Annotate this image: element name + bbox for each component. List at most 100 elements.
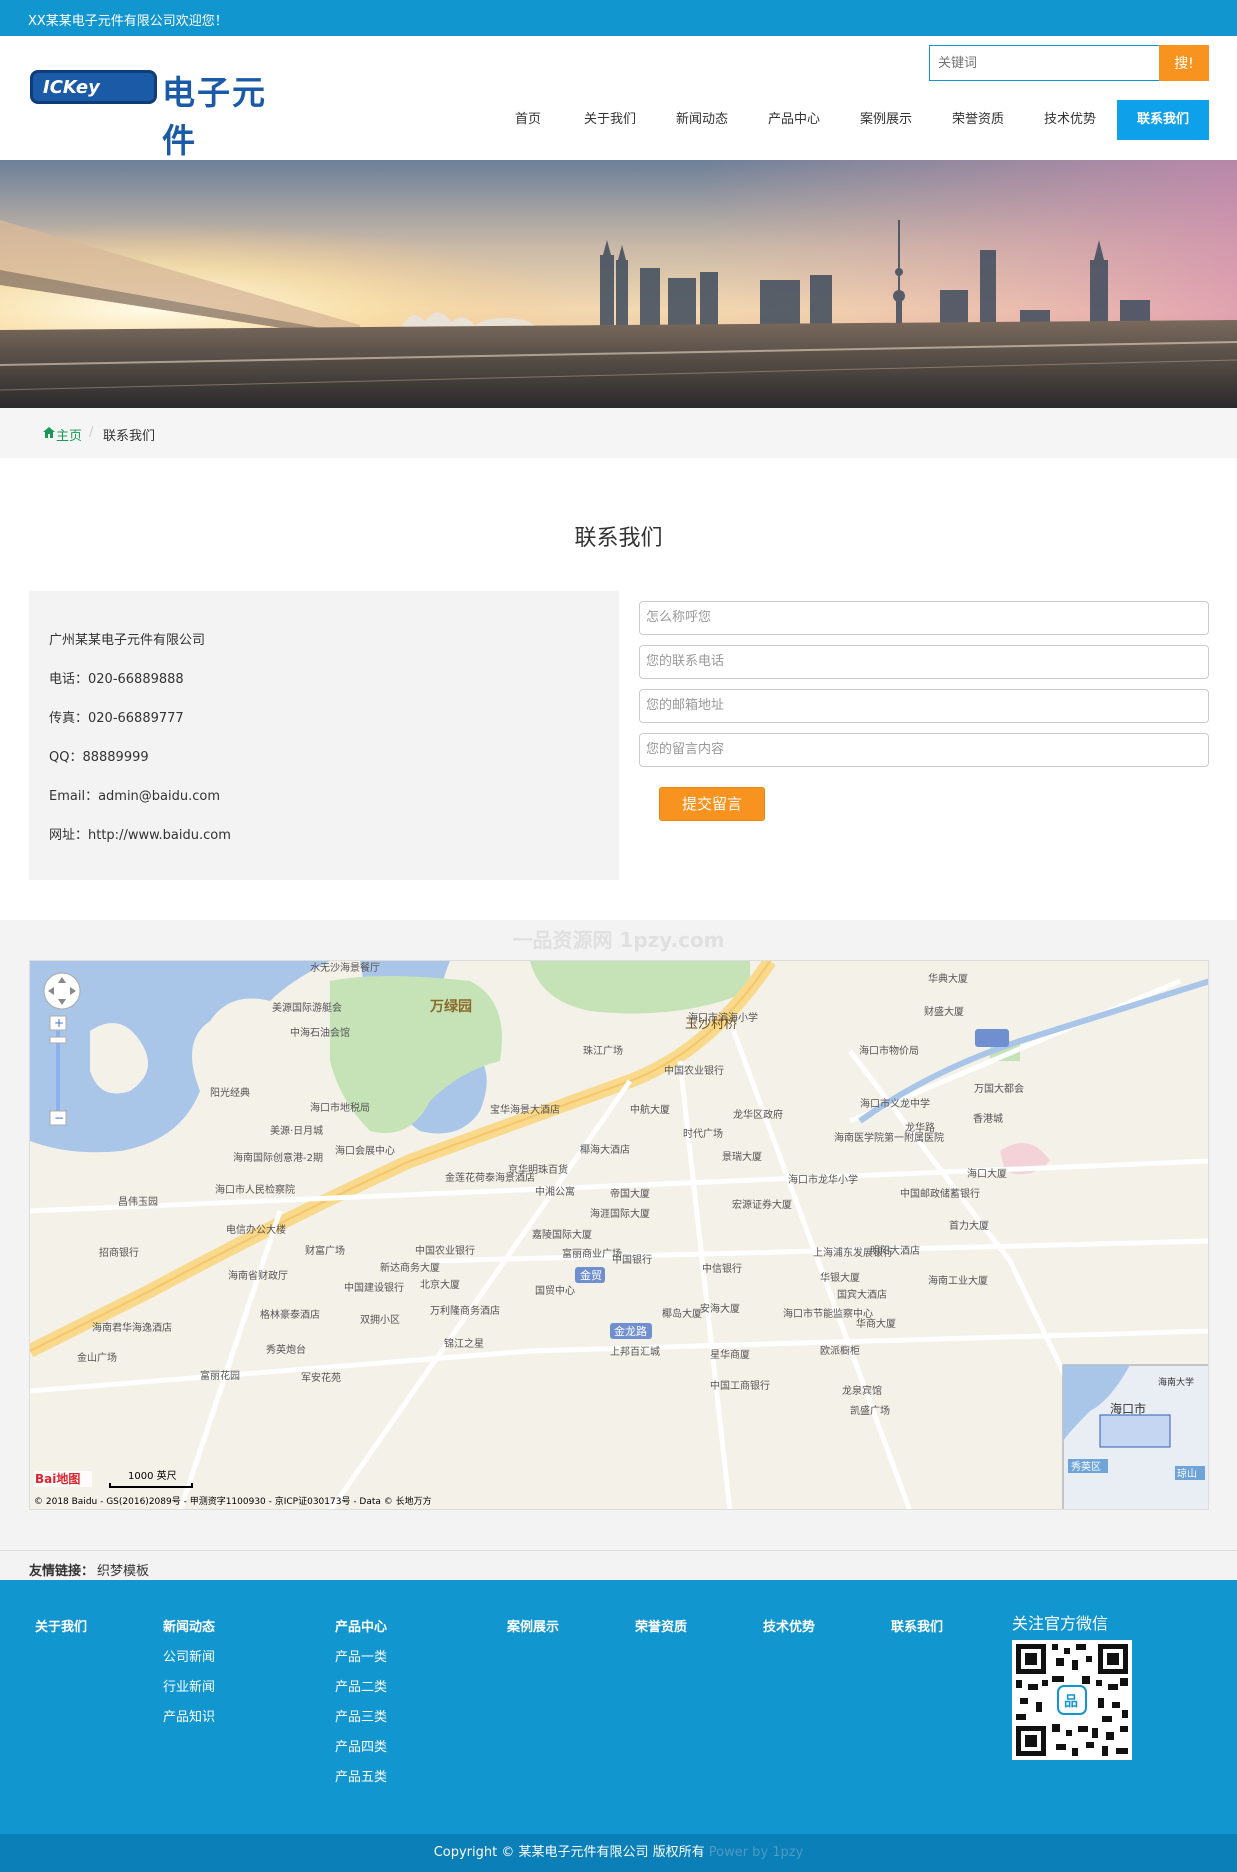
map-label: 海南大学	[1158, 1376, 1194, 1388]
nav-news[interactable]: 新闻动态	[668, 100, 736, 140]
map-label: 中湘公寓	[535, 1185, 575, 1198]
map-label: 香港城	[973, 1113, 1003, 1125]
zoom-slider-handle	[49, 1036, 67, 1044]
map-label: 财盛大厦	[924, 1005, 964, 1018]
map-label: 金贸	[580, 1268, 602, 1282]
email-field[interactable]: 您的邮箱地址	[639, 689, 1209, 723]
contact-phone: 电话：020-66889888	[49, 672, 184, 687]
map-label: 秀英炮台	[266, 1343, 306, 1356]
footer-link[interactable]: 产品知识	[163, 1706, 215, 1725]
footer-link[interactable]: 产品三类	[335, 1706, 387, 1725]
footer-link-about[interactable]: 关于我们	[35, 1616, 87, 1635]
friend-links-title: 友情链接：	[29, 1564, 95, 1579]
message-field[interactable]: 您的留言内容	[639, 733, 1209, 767]
top-bar: XX某某电子元件有限公司欢迎您！	[0, 0, 1237, 36]
map-label: 万利隆商务酒店	[430, 1304, 500, 1317]
map-label: 华典大厦	[928, 972, 968, 985]
map-label: 北京大厦	[420, 1278, 460, 1291]
map-label: 锦江之星	[444, 1337, 484, 1350]
map-label: 明阳大酒店	[870, 1244, 920, 1257]
nav-honors[interactable]: 荣誉资质	[944, 100, 1012, 140]
map-label: 中信银行	[702, 1262, 742, 1275]
nav-products[interactable]: 产品中心	[760, 100, 828, 140]
footer-link[interactable]: 产品二类	[335, 1676, 387, 1695]
map-label: 宏源证券大厦	[732, 1198, 792, 1211]
copyright-text: Copyright © 某某电子元件有限公司 版权所有	[433, 1845, 705, 1860]
map-label: 上邦百汇城	[610, 1345, 660, 1358]
home-icon	[43, 427, 55, 438]
map-label: 海口市人民检察院	[215, 1183, 295, 1196]
nav-tech[interactable]: 技术优势	[1036, 100, 1104, 140]
map-canvas[interactable]: 万绿园 玉沙村桥 水无沙海景餐厅 美源国际游艇会 中海石油会馆 阳光经典 海口市…	[30, 961, 1209, 1510]
map-label: 龙华路	[905, 1121, 935, 1134]
friend-links: 友情链接： 织梦模板	[0, 1550, 1237, 1580]
footer-link-honors[interactable]: 荣誉资质	[635, 1616, 687, 1635]
zoom-out-icon: −	[54, 1111, 64, 1125]
footer-link[interactable]: 产品一类	[335, 1646, 387, 1665]
breadcrumb-current: 联系我们	[103, 429, 156, 444]
map-label: 昌伟玉园	[118, 1195, 158, 1208]
baidu-map[interactable]: 万绿园 玉沙村桥 水无沙海景餐厅 美源国际游艇会 中海石油会馆 阳光经典 海口市…	[29, 960, 1209, 1510]
map-label: 京华明珠百货	[508, 1163, 568, 1176]
nav-cases[interactable]: 案例展示	[852, 100, 920, 140]
map-label: 海口市滨海小学	[688, 1011, 758, 1024]
breadcrumb-home[interactable]: 主页	[56, 425, 82, 444]
map-label: 海口市龙华小学	[788, 1173, 858, 1186]
phone-field[interactable]: 您的联系电话	[639, 645, 1209, 679]
map-label: 海口大厦	[967, 1167, 1007, 1180]
map-overview-inset[interactable]: 海口市 秀英区 琼山 海南大学	[1062, 1364, 1209, 1510]
map-label: 海涯国际大厦	[590, 1207, 650, 1220]
hero-banner	[0, 160, 1237, 408]
map-label: 水无沙海景餐厅	[310, 961, 380, 974]
nav-home[interactable]: 首页	[500, 100, 556, 140]
footer-link-contact[interactable]: 联系我们	[891, 1616, 943, 1635]
map-label: 电信办公大楼	[226, 1223, 286, 1236]
copyright-bar: Copyright © 某某电子元件有限公司 版权所有 Power by 1pz…	[0, 1834, 1237, 1872]
footer-link[interactable]: 产品五类	[335, 1766, 387, 1785]
footer-link[interactable]: 产品四类	[335, 1736, 387, 1755]
city-skyline-illustration	[0, 160, 1237, 408]
map-label: 嘉陵国际大厦	[532, 1228, 592, 1241]
map-label: 中航大厦	[630, 1103, 670, 1116]
search-input[interactable]	[929, 45, 1159, 81]
footer-link-products[interactable]: 产品中心	[335, 1616, 387, 1635]
name-field[interactable]: 怎么称呼您	[639, 601, 1209, 635]
map-label: 双拥小区	[360, 1313, 400, 1326]
map-copyright: © 2018 Baidu - GS(2016)2089号 - 甲测资字11009…	[34, 1495, 432, 1507]
map-label: 时代广场	[683, 1127, 723, 1140]
map-label: 国贸中心	[535, 1284, 575, 1297]
map-label: 中国建设银行	[344, 1281, 404, 1294]
nav-contact[interactable]: 联系我们	[1117, 100, 1209, 140]
map-label: 海南省财政厅	[228, 1269, 288, 1282]
footer-link-news[interactable]: 新闻动态	[163, 1616, 215, 1635]
svg-text:Bai地图: Bai地图	[35, 1471, 80, 1486]
map-label: 琼山	[1177, 1467, 1197, 1480]
search-button[interactable]: 搜!	[1159, 45, 1209, 81]
map-label: 欧派橱柜	[820, 1344, 860, 1357]
watermark: 一品资源网 1pzy.com	[512, 928, 725, 952]
map-label: 宝华海景大酒店	[490, 1103, 560, 1116]
footer-link-tech[interactable]: 技术优势	[763, 1616, 815, 1635]
submit-button[interactable]: 提交留言	[659, 787, 765, 821]
map-label: 椰海大酒店	[580, 1143, 630, 1156]
header: ICKey 电子元件 搜! 首页 关于我们 新闻动态 产品中心 案例展示 荣誉资…	[0, 36, 1237, 160]
contact-qq: QQ：88889999	[49, 750, 149, 765]
map-label: 海南工业大厦	[928, 1274, 988, 1287]
map-label: 海口市义龙中学	[860, 1097, 930, 1110]
footer-link[interactable]: 公司新闻	[163, 1646, 215, 1665]
nav-about[interactable]: 关于我们	[576, 100, 644, 140]
footer-link[interactable]: 行业新闻	[163, 1676, 215, 1695]
footer-link-cases[interactable]: 案例展示	[507, 1616, 559, 1635]
main-nav: 首页 关于我们 新闻动态 产品中心 案例展示 荣誉资质 技术优势 联系我们	[0, 100, 1237, 140]
baidu-map-logo: Bai地图	[34, 1471, 92, 1487]
friend-link[interactable]: 织梦模板	[97, 1560, 149, 1579]
breadcrumb: 主页 / 联系我们	[0, 408, 1237, 458]
company-name: 广州某某电子元件有限公司	[49, 633, 206, 648]
map-label: 招商银行	[99, 1246, 139, 1259]
map-label: 帝国大厦	[610, 1187, 650, 1200]
wechat-qr-code: 品	[1012, 1640, 1132, 1760]
map-label: 椰岛大厦	[662, 1307, 702, 1320]
powered-by[interactable]: Power by 1pzy	[709, 1845, 804, 1860]
map-label: 富丽花园	[200, 1369, 240, 1382]
map-label: 凯盛广场	[850, 1404, 890, 1417]
